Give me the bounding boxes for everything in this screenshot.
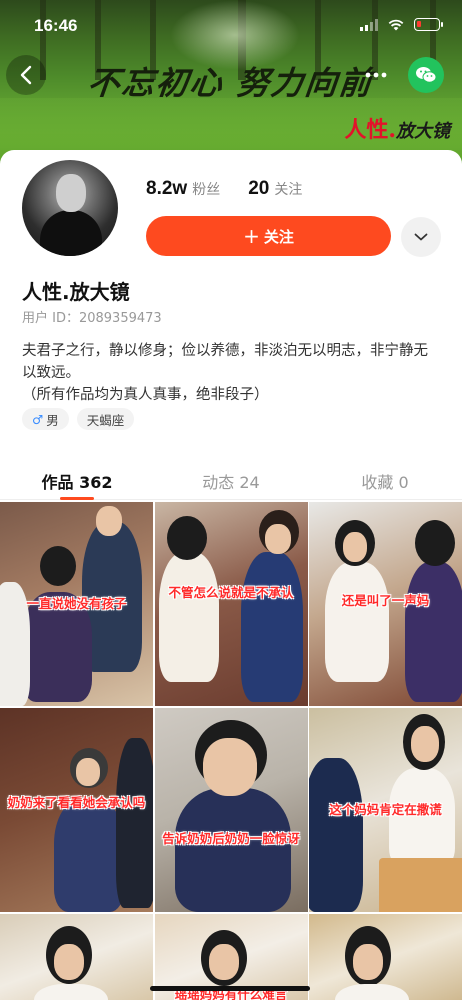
video-thumbnail[interactable]: 还是叫了一声妈 [309, 502, 462, 706]
wechat-icon [416, 67, 437, 83]
profile-tags: ♂ 男 天蝎座 [22, 408, 135, 430]
back-button[interactable] [6, 55, 46, 95]
content-tabs: 作品 362 动态 24 收藏 0 [0, 460, 462, 500]
home-indicator[interactable] [150, 986, 310, 991]
video-caption: 告诉奶奶后奶奶一脸惊讶 [162, 831, 300, 846]
battery-icon [414, 18, 443, 31]
bio-line: （所有作品均为真人真事，绝非段子） [22, 387, 269, 403]
back-arrow-icon [20, 65, 32, 85]
profile-section: 8.2w 粉丝 20 关注 + 关注 人性.放大镜 用户 ID：20893594… [0, 150, 462, 456]
following-count[interactable]: 20 [248, 178, 269, 200]
video-caption: 一直说她没有孩子 [26, 596, 127, 611]
tab-moments[interactable]: 动态 24 [154, 460, 308, 499]
tab-works[interactable]: 作品 362 [0, 460, 154, 500]
profile-bio: 夫君子之行，静以修身；俭以养德，非淡泊无以明志，非宁静无以致远。 （所有作品均为… [22, 340, 442, 406]
video-thumbnail[interactable]: 奶奶来了看看她会承认吗 [0, 708, 153, 912]
status-icons [360, 18, 443, 31]
video-thumbnail[interactable]: 告诉奶奶后奶奶一脸惊讶 [154, 708, 308, 912]
followers-count[interactable]: 8.2w [146, 178, 187, 200]
wifi-icon [388, 19, 404, 30]
zodiac-tag: 天蝎座 [76, 408, 135, 430]
banner-brand-dark: 放大镜 [396, 121, 450, 142]
wechat-share-button[interactable] [408, 57, 444, 93]
follow-button[interactable]: + 关注 [146, 216, 391, 256]
gender-tag: ♂ 男 [22, 408, 69, 430]
following-label[interactable]: 关注 [274, 179, 302, 199]
status-time: 16:46 [34, 16, 78, 35]
video-caption: 还是叫了一声妈 [341, 593, 430, 608]
video-thumbnail[interactable]: 这个妈妈肯定在撒谎 [309, 708, 462, 912]
plus-icon: + [243, 224, 260, 248]
video-caption: 不管怎么说就是不承认 [168, 585, 294, 600]
video-caption: 这个妈妈肯定在撒谎 [329, 802, 442, 817]
video-thumbnail[interactable]: 一直说她没有孩子 [0, 502, 153, 706]
zodiac-tag-label: 天蝎座 [86, 412, 125, 428]
video-grid: 一直说她没有孩子 不管怎么说就是不承认 还是叫了一声妈 奶奶来了看看她会承认吗 … [0, 502, 462, 1000]
followers-label[interactable]: 粉丝 [192, 179, 220, 199]
banner-brand: 人性.放大镜 [344, 112, 450, 144]
gender-tag-label: 男 [46, 412, 59, 428]
male-icon: ♂ [32, 411, 44, 427]
video-thumbnail[interactable] [0, 914, 153, 1000]
avatar[interactable] [18, 156, 122, 260]
video-thumbnail[interactable]: 不管怎么说就是不承认 [154, 502, 308, 706]
profile-stats: 8.2w 粉丝 20 关注 [146, 178, 330, 200]
banner-calligraphy: 不忘初心 努力向前 [85, 64, 375, 102]
cellular-signal-icon [360, 18, 378, 31]
more-dots-icon [365, 72, 387, 78]
tab-favorites[interactable]: 收藏 0 [308, 460, 462, 499]
chevron-down-icon [414, 233, 428, 241]
bio-line: 夫君子之行，静以修身；俭以养德，非淡泊无以明志，非宁静无以致远。 [22, 343, 428, 381]
banner-brand-red: 人性. [344, 117, 396, 143]
recommend-dropdown-button[interactable] [401, 217, 441, 257]
user-id[interactable]: 用户 ID：2089359473 [22, 307, 162, 326]
more-button[interactable] [356, 55, 396, 95]
video-caption: 奶奶来了看看她会承认吗 [7, 795, 146, 810]
video-thumbnail[interactable] [309, 914, 462, 1000]
profile-name: 人性.放大镜 [22, 280, 130, 304]
follow-button-label: 关注 [263, 227, 294, 246]
